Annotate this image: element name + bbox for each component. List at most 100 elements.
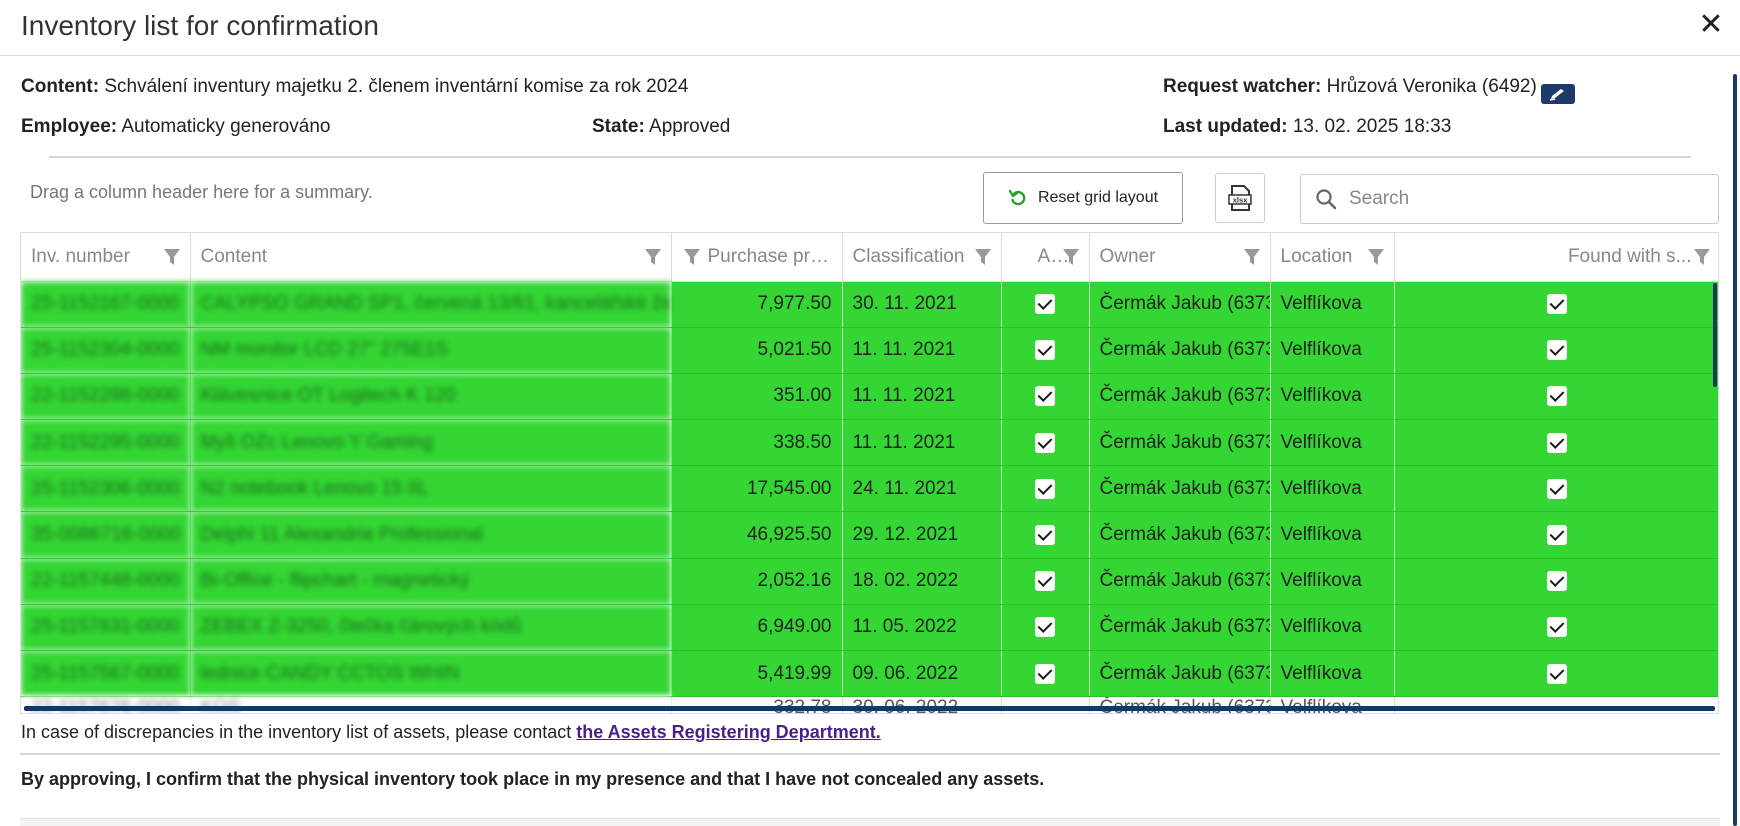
cell-owner: Čermák Jakub (6373) — [1089, 650, 1271, 698]
cell-found-with — [1394, 465, 1718, 513]
close-icon[interactable]: ✕ — [1696, 8, 1726, 42]
cell-classification: 11. 05. 2022 — [842, 604, 1002, 652]
checkbox-checked-icon[interactable] — [1547, 432, 1567, 453]
cell-location: Velflíkova — [1270, 558, 1395, 605]
watcher-info: Request watcher: Hrůzová Veronika (6492) — [1163, 76, 1537, 98]
column-header-owner[interactable]: Owner — [1089, 233, 1271, 282]
cell-location: Velflíkova — [1270, 327, 1395, 374]
checkbox-checked-icon[interactable] — [1547, 478, 1567, 499]
table-row[interactable]: 25-1152306-0000 N2 notebook Lenovo 15 II… — [21, 465, 1718, 513]
cell-purchase-price: 6,949.00 — [671, 604, 843, 652]
cell-purchase-price: 5,021.50 — [671, 327, 843, 374]
cell-classification: 18. 02. 2022 — [842, 558, 1002, 605]
grid-vertical-scrollbar[interactable] — [1713, 283, 1717, 387]
filter-icon[interactable] — [1061, 247, 1081, 273]
cell-location: Velflíkova — [1270, 650, 1395, 698]
column-header-purchase-price[interactable]: Purchase price — [671, 233, 843, 282]
cell-inv-number: 22-1152295-0000 — [21, 419, 191, 467]
assets-department-link[interactable]: the Assets Registering Department. — [576, 722, 880, 742]
checkbox-checked-icon[interactable] — [1547, 571, 1567, 592]
filter-icon[interactable] — [643, 247, 663, 273]
state-info: State: Approved — [592, 116, 730, 138]
cell-content: lednice CANDY CCTOS WHIN — [190, 650, 672, 698]
discrepancy-note-text: In case of discrepancies in the inventor… — [21, 722, 577, 742]
grid-horizontal-scrollbar[interactable] — [24, 706, 1715, 711]
checkbox-checked-icon[interactable] — [1035, 617, 1055, 638]
filter-icon[interactable] — [682, 247, 702, 273]
column-header-a[interactable]: A... — [1001, 233, 1090, 282]
cell-inv-number: 25-1152167-0000 — [21, 281, 191, 328]
checkbox-checked-icon[interactable] — [1547, 617, 1567, 638]
cell-inv-number: 25-1152304-0000 — [21, 327, 191, 374]
updated-value: 13. 02. 2025 18:33 — [1292, 116, 1452, 137]
column-header-found-with[interactable]: Found with s... — [1394, 233, 1718, 282]
checkbox-checked-icon[interactable] — [1547, 386, 1567, 407]
cell-content: Myš OZc Lenovo Y Gaming — [190, 419, 672, 467]
checkbox-checked-icon[interactable] — [1035, 571, 1055, 592]
bottom-panel — [20, 818, 1720, 826]
table-row[interactable]: 25-1152304-0000 NM monitor LCD 27" 275E1… — [21, 327, 1718, 374]
column-header-content[interactable]: Content — [190, 233, 672, 282]
cell-a — [1001, 650, 1090, 698]
cell-content: N2 notebook Lenovo 15 IIL — [190, 465, 672, 513]
inventory-grid: Inv. number Content Purchase price Class… — [20, 232, 1719, 714]
dialog-scrollbar[interactable] — [1733, 74, 1737, 826]
filter-icon[interactable] — [1366, 247, 1386, 273]
info-divider — [49, 156, 1691, 158]
checkbox-checked-icon[interactable] — [1547, 663, 1567, 684]
checkbox-checked-icon[interactable] — [1547, 340, 1567, 361]
cell-inv-number: 25-1152306-0000 — [21, 465, 191, 513]
reset-grid-layout-button[interactable]: Reset grid layout — [983, 172, 1183, 224]
note-divider — [20, 753, 1720, 755]
cell-owner: Čermák Jakub (6373) — [1089, 604, 1271, 652]
table-row[interactable]: 25-1157567-0000 lednice CANDY CCTOS WHIN… — [21, 650, 1718, 698]
table-row[interactable]: 22-1152298-0000 Klávesnice OT Logitech K… — [21, 373, 1718, 421]
cell-a — [1001, 419, 1090, 467]
checkbox-checked-icon[interactable] — [1035, 340, 1055, 361]
checkbox-checked-icon[interactable] — [1035, 478, 1055, 499]
cell-location: Velflíkova — [1270, 604, 1395, 652]
cell-found-with — [1394, 511, 1718, 559]
cell-classification: 24. 11. 2021 — [842, 465, 1002, 513]
updated-info: Last updated: 13. 02. 2025 18:33 — [1163, 116, 1451, 138]
checkbox-checked-icon[interactable] — [1035, 663, 1055, 684]
cell-classification: 11. 11. 2021 — [842, 327, 1002, 374]
cell-classification: 11. 11. 2021 — [842, 373, 1002, 421]
checkbox-checked-icon[interactable] — [1035, 386, 1055, 407]
cell-content: Klávesnice OT Logitech K 120 — [190, 373, 672, 421]
group-drop-hint[interactable]: Drag a column header here for a summary. — [30, 182, 373, 203]
table-row[interactable]: 25-1157631-0000 ZEBEX Z-3250, čtečka čár… — [21, 604, 1718, 652]
watcher-label: Request watcher: — [1163, 76, 1322, 97]
cell-found-with — [1394, 604, 1718, 652]
cell-a — [1001, 511, 1090, 559]
filter-icon[interactable] — [1242, 247, 1262, 273]
search-input[interactable] — [1349, 183, 1709, 215]
filter-icon[interactable] — [1692, 247, 1712, 273]
filter-icon[interactable] — [973, 247, 993, 273]
table-row[interactable]: 35-0086716-0000 Delphi 11 Alexandria Pro… — [21, 511, 1718, 559]
checkbox-checked-icon[interactable] — [1547, 525, 1567, 546]
column-header-location[interactable]: Location — [1270, 233, 1395, 282]
table-row[interactable]: 25-1152167-0000 CALYPSO GRAND SP1, červe… — [21, 281, 1718, 328]
table-row[interactable]: 22-1152295-0000 Myš OZc Lenovo Y Gaming … — [21, 419, 1718, 467]
cell-content: CALYPSO GRAND SP1, červená 13/61, kancel… — [190, 281, 672, 328]
checkbox-checked-icon[interactable] — [1035, 525, 1055, 546]
edit-watcher-button[interactable] — [1541, 84, 1575, 104]
filter-icon[interactable] — [162, 247, 182, 273]
cell-location: Velflíkova — [1270, 465, 1395, 513]
search-box[interactable] — [1300, 174, 1719, 224]
cell-a — [1001, 281, 1090, 328]
cell-inv-number: 25-1157567-0000 — [21, 650, 191, 698]
cell-owner: Čermák Jakub (6373) — [1089, 465, 1271, 513]
column-header-classification[interactable]: Classification — [842, 233, 1002, 282]
table-row[interactable]: 22-1157448-0000 Bi-Office - flipchart - … — [21, 558, 1718, 605]
export-xlsx-button[interactable]: xlsx — [1215, 173, 1265, 223]
watcher-value: Hrůzová Veronika (6492) — [1326, 76, 1537, 97]
cell-purchase-price: 46,925.50 — [671, 511, 843, 559]
content-info: Content: Schválení inventury majetku 2. … — [21, 76, 688, 98]
checkbox-checked-icon[interactable] — [1035, 294, 1055, 315]
column-header-inv-number[interactable]: Inv. number — [21, 233, 191, 282]
checkbox-checked-icon[interactable] — [1035, 432, 1055, 453]
cell-purchase-price: 338.50 — [671, 419, 843, 467]
checkbox-checked-icon[interactable] — [1547, 294, 1567, 315]
